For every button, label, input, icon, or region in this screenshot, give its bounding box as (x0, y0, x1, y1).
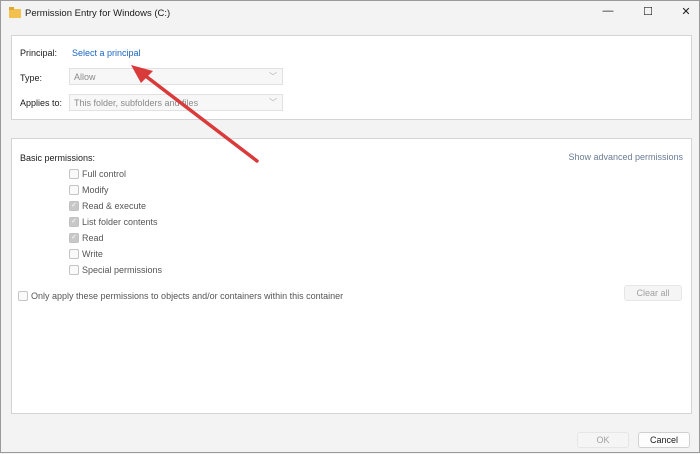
permission-entry-dialog: Permission Entry for Windows (C:) — ☐ ✕ … (0, 0, 700, 453)
annotation-arrow-icon (131, 65, 259, 163)
